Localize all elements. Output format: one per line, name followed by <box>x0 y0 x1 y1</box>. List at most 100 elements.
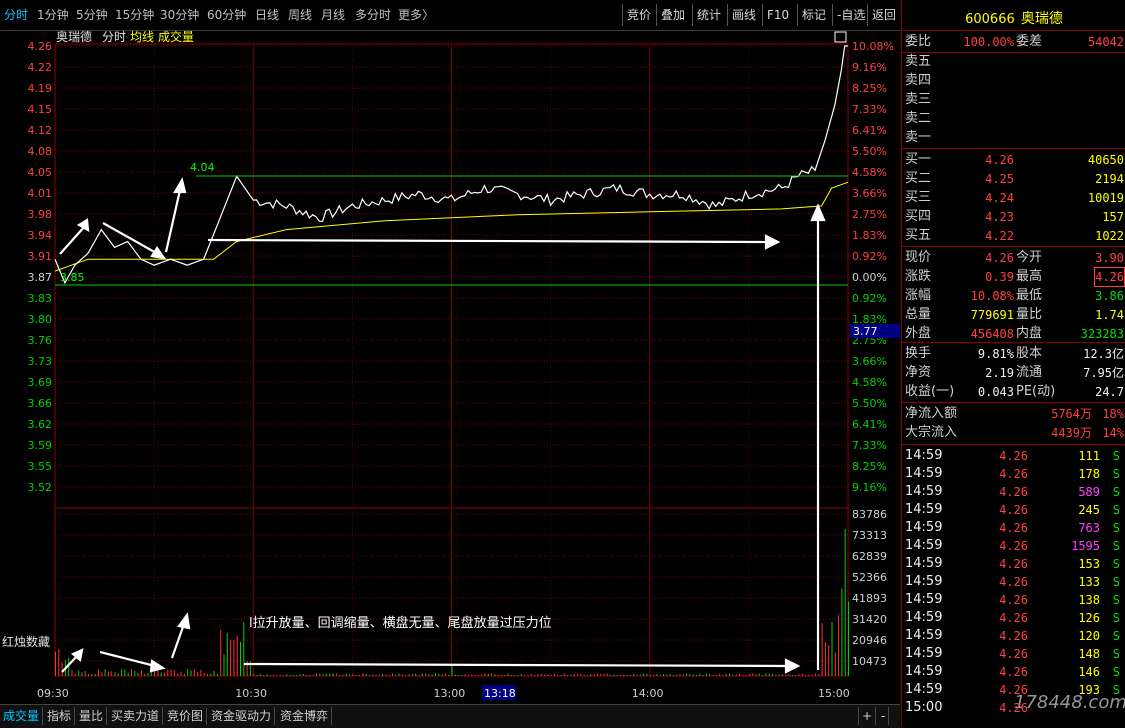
percent-tick: 8.25% <box>852 82 887 95</box>
tick-side: S <box>1112 449 1120 463</box>
overlay-button[interactable]: 叠加 <box>656 4 689 26</box>
bid-row: 买二 4.25 2194 <box>902 170 1125 188</box>
flow-amount: 5764万 <box>1051 407 1092 421</box>
tick-price: 4.26 <box>999 701 1028 715</box>
stats-button[interactable]: 统计 <box>692 4 725 26</box>
period-tab-15min[interactable]: 15分钟 <box>115 6 154 23</box>
volume-bar <box>834 652 836 676</box>
time-tick: 09:30 <box>37 687 69 700</box>
arrow-3-head <box>173 177 187 194</box>
period-tab-1min[interactable]: 1分钟 <box>37 6 69 23</box>
tick-price: 4.26 <box>999 629 1028 643</box>
volume-bar <box>481 674 483 676</box>
add-tab-button[interactable]: + <box>858 707 877 725</box>
period-tab-more[interactable]: 更多〉 <box>398 6 434 23</box>
tab-buy-sell-force[interactable]: 买卖力道 <box>108 707 164 725</box>
period-tab-multi[interactable]: 多分时 <box>355 6 391 23</box>
tick-row: 14:59 4.26 178 S <box>902 465 1125 483</box>
ask-row: 卖五 <box>902 53 1125 71</box>
volume-bar <box>233 639 235 676</box>
volume-bar <box>444 673 446 676</box>
price-tick: 3.69 <box>28 376 53 389</box>
f10-button[interactable]: F10 <box>762 4 793 26</box>
percent-tick: 0.00% <box>852 271 887 284</box>
volume-bar <box>411 673 413 676</box>
tab-volume-ratio[interactable]: 量比 <box>76 707 108 725</box>
mark-button[interactable]: 标记 <box>797 4 830 26</box>
volume-panel-label: 红烛数藏 <box>2 634 50 649</box>
price-tick: 4.01 <box>28 187 53 200</box>
volume-bar <box>791 675 793 676</box>
tick-row: 14:59 4.26 120 S <box>902 627 1125 645</box>
tab-volume[interactable]: 成交量 <box>0 707 44 725</box>
volume-bar <box>748 674 750 676</box>
volume-bar <box>593 673 595 676</box>
period-tab-30min[interactable]: 30分钟 <box>160 6 199 23</box>
volume-bar <box>573 674 575 676</box>
volume-bar <box>322 674 324 676</box>
low-label: 3.85 <box>60 271 85 284</box>
percent-tick: 10.08% <box>852 40 894 53</box>
volume-bar <box>147 673 149 676</box>
ask-label: 卖二 <box>905 111 932 126</box>
tab-auction-chart[interactable]: 竞价图 <box>164 707 208 725</box>
tick-price: 4.26 <box>999 575 1028 589</box>
volume-bar <box>243 621 245 676</box>
volume-bar <box>805 674 806 676</box>
volume-bar <box>292 674 294 676</box>
volume-bar <box>484 673 486 676</box>
quote-row: 涨跌 0.39 最高 4.26 <box>902 267 1125 287</box>
intraday-chart[interactable]: 4.26 4.22 4.19 4.15 4.12 4.08 4.05 4.01 3.98 3.94… <box>0 30 900 706</box>
quote-value: 779691 <box>970 308 1014 322</box>
remove-tab-button[interactable]: - <box>878 707 890 725</box>
percent-tick: 7.33% <box>852 103 887 116</box>
tick-volume: 126 <box>1078 611 1100 625</box>
quote-label: 总量 <box>905 307 932 322</box>
volume-bar <box>398 673 400 676</box>
volume-bar <box>335 673 337 676</box>
tab-indicator[interactable]: 指标 <box>44 707 76 725</box>
tab-fund-game[interactable]: 资金博弈 <box>277 707 333 725</box>
volume-bar <box>705 673 707 676</box>
period-tab-intraday[interactable]: 分时 <box>4 6 28 23</box>
bid-price: 4.26 <box>985 153 1014 167</box>
price-tick: 4.26 <box>28 40 53 53</box>
volume-bar <box>563 673 565 676</box>
volume-bar <box>131 669 132 676</box>
volume-bar <box>230 640 232 676</box>
volume-bar <box>511 675 512 676</box>
percent-tick: 0.92% <box>852 250 887 263</box>
bid-price: 4.22 <box>985 229 1014 243</box>
volume-bar <box>355 675 357 676</box>
volume-bar <box>491 673 493 676</box>
volume-bar <box>696 675 697 676</box>
bid-volume: 157 <box>1102 210 1124 224</box>
period-tab-daily[interactable]: 日线 <box>255 6 279 23</box>
auction-button[interactable]: 竞价 <box>622 4 655 26</box>
volume-bar <box>213 670 215 676</box>
volume-bar <box>755 674 757 676</box>
volume-bar <box>114 672 116 676</box>
draw-button[interactable]: 画线 <box>727 4 760 26</box>
period-tab-weekly[interactable]: 周线 <box>288 6 312 23</box>
volume-bar <box>818 674 820 676</box>
tick-time: 14:59 <box>905 538 943 553</box>
volume-bar <box>94 673 96 676</box>
avg-legend: 均线 <box>130 30 154 44</box>
fund-row: 换手 9.81% 股本 12.3亿 <box>902 345 1125 363</box>
period-tab-monthly[interactable]: 月线 <box>321 6 345 23</box>
volume-bar <box>448 675 450 676</box>
fund-label: 换手 <box>905 346 932 361</box>
tab-fund-drive[interactable]: 资金驱动力 <box>208 707 276 725</box>
volume-bar <box>534 675 536 676</box>
volume-bar <box>306 675 308 676</box>
period-tab-5min[interactable]: 5分钟 <box>76 6 108 23</box>
quote-panel: 600666 奥瑞德 委比 100.00% 委差 54042 178448.co… <box>901 0 1125 727</box>
period-tab-60min[interactable]: 60分钟 <box>207 6 246 23</box>
watchlist-button[interactable]: -自选 <box>832 4 869 26</box>
cursor-time: 13:18 <box>484 687 516 700</box>
back-button[interactable]: 返回 <box>867 4 900 26</box>
fund-label: 流通 <box>1016 365 1043 380</box>
tick-side: S <box>1112 647 1120 661</box>
volume-bar <box>154 671 156 676</box>
